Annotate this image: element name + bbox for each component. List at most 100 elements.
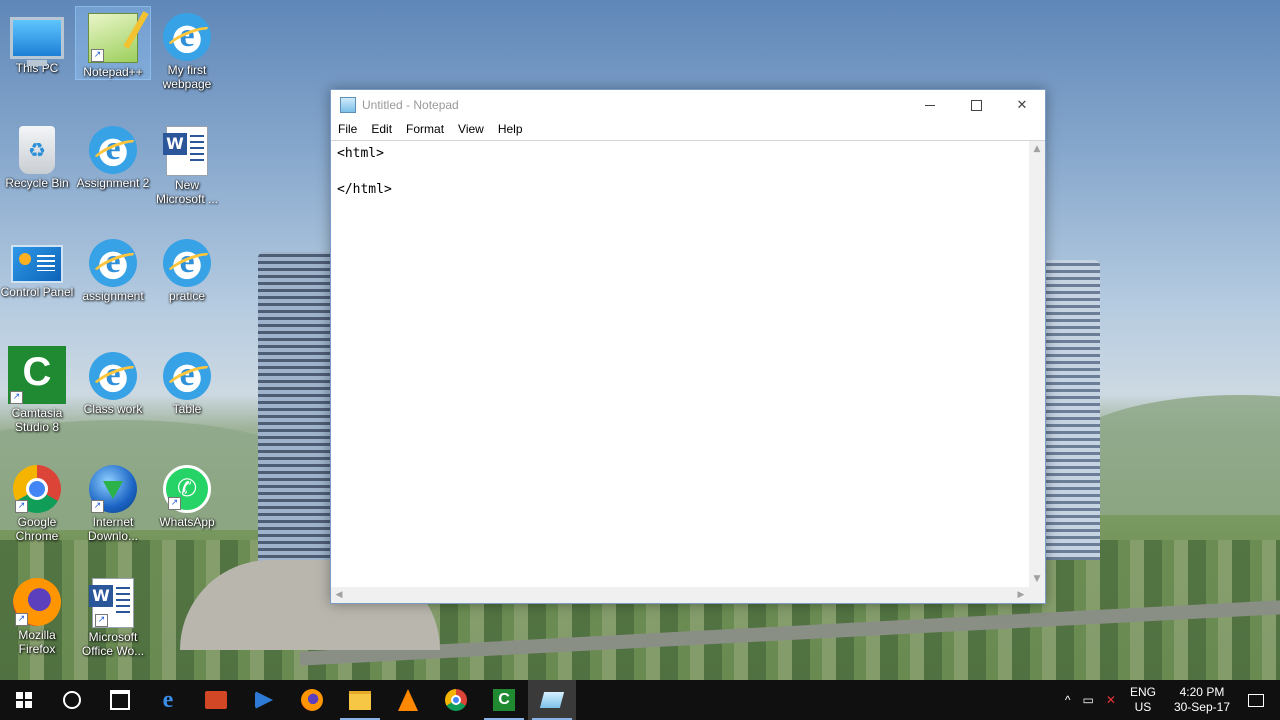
word-icon: W ↗ (89, 578, 134, 628)
taskbar-powerpoint[interactable] (192, 680, 240, 720)
internet-explorer-icon: e (163, 13, 211, 61)
taskbar-chrome[interactable] (432, 680, 480, 720)
whatsapp-icon: ↗ (163, 465, 211, 513)
network-disconnected-icon[interactable]: ✕ (1100, 693, 1122, 707)
taskbar-media-player[interactable] (240, 680, 288, 720)
language-indicator[interactable]: ENG US (1122, 685, 1164, 715)
shortcut-arrow-icon: ↗ (91, 500, 104, 513)
maximize-icon (970, 99, 982, 111)
battery-icon[interactable]: ▭ (1077, 693, 1100, 707)
desktop-icon-camtasia[interactable]: C ↗ Camtasia Studio 8 (0, 346, 74, 434)
notepad-titlebar[interactable]: Untitled - Notepad ✕ (331, 90, 1045, 120)
taskbar-file-explorer[interactable] (336, 680, 384, 720)
desktop-icon-label: Class work (83, 402, 143, 416)
window-title: Untitled - Notepad (362, 98, 459, 112)
control-panel-icon (11, 245, 63, 283)
clock[interactable]: 4:20 PM 30-Sep-17 (1164, 685, 1240, 715)
scroll-down-icon[interactable]: ▼ (1029, 571, 1045, 587)
taskbar-camtasia[interactable]: C (480, 680, 528, 720)
desktop-icon-label: Recycle Bin (5, 176, 69, 190)
desktop-icon-notepad-plus-plus[interactable]: ↗ Notepad++ (75, 6, 151, 80)
camtasia-icon: C ↗ (8, 346, 66, 404)
desktop-icon-my-first-webpage[interactable]: e My first webpage (150, 7, 224, 91)
desktop-icon-internet-download-manager[interactable]: ↗ Internet Downlo... (76, 459, 150, 543)
internet-explorer-icon: e (89, 352, 137, 400)
menu-bar: File Edit Format View Help (331, 120, 1045, 141)
internet-explorer-icon: e (163, 239, 211, 287)
size-grip[interactable] (1029, 587, 1045, 603)
desktop-icon-mozilla-firefox[interactable]: ↗ Mozilla Firefox (0, 572, 74, 656)
desktop-icon-label: New Microsoft ... (155, 178, 218, 206)
maximize-button[interactable] (953, 90, 999, 120)
notepad-icon (539, 692, 565, 708)
camtasia-icon: C (493, 689, 515, 711)
menu-format[interactable]: Format (399, 120, 451, 140)
scroll-up-icon[interactable]: ▲ (1029, 141, 1045, 157)
internet-explorer-icon: e (163, 352, 211, 400)
desktop-icon-this-pc[interactable]: This PC (0, 7, 74, 75)
text-editor-area[interactable]: <html> </html> (331, 141, 1029, 587)
vlc-icon (398, 689, 418, 711)
this-pc-icon (10, 17, 64, 66)
desktop-icon-microsoft-office-word[interactable]: W ↗ Microsoft Office Wo... (76, 572, 150, 658)
clock-date: 30-Sep-17 (1173, 700, 1230, 714)
menu-view[interactable]: View (451, 120, 491, 140)
desktop-icon-label: assignment (82, 289, 144, 303)
scroll-right-icon[interactable]: ▶ (1013, 587, 1029, 603)
desktop-icon-label: Mozilla Firefox (18, 628, 56, 656)
desktop-icon-google-chrome[interactable]: ↗ Google Chrome (0, 459, 74, 543)
desktop-icon-whatsapp[interactable]: ↗ WhatsApp (150, 459, 224, 529)
notepad-app-icon (340, 97, 356, 113)
menu-edit[interactable]: Edit (364, 120, 399, 140)
desktop-icon-assignment[interactable]: e assignment (76, 233, 150, 303)
taskbar-firefox[interactable] (288, 680, 336, 720)
cortana-button[interactable] (48, 680, 96, 720)
desktop-icon-class-work[interactable]: e Class work (76, 346, 150, 416)
shortcut-arrow-icon: ↗ (95, 614, 108, 627)
desktop-icon-label: My first webpage (162, 63, 212, 91)
region-code: US (1134, 700, 1152, 714)
taskbar-store[interactable] (96, 680, 144, 720)
menu-file[interactable]: File (331, 120, 364, 140)
show-hidden-icons-icon[interactable]: ^ (1059, 693, 1077, 707)
desktop-icon-label: Camtasia Studio 8 (11, 406, 63, 434)
taskbar-notepad[interactable] (528, 680, 576, 720)
desktop-icon-assignment-2[interactable]: e Assignment 2 (76, 120, 150, 190)
internet-download-manager-icon: ↗ (89, 465, 137, 513)
internet-explorer-icon: e (89, 126, 137, 174)
desktop-icon-control-panel[interactable]: Control Panel (0, 233, 74, 299)
close-button[interactable]: ✕ (999, 90, 1045, 120)
desktop-icon-new-microsoft-doc[interactable]: W New Microsoft ... (150, 120, 224, 206)
minimize-button[interactable] (907, 90, 953, 120)
desktop-icon-pratice[interactable]: e pratice (150, 233, 224, 303)
minimize-icon (925, 104, 935, 106)
language-code: ENG (1129, 685, 1156, 699)
desktop-icon-recycle-bin[interactable]: Recycle Bin (0, 120, 74, 190)
horizontal-scrollbar[interactable]: ◀ ▶ (331, 587, 1029, 603)
action-center-icon[interactable] (1248, 693, 1264, 707)
edge-icon: e (162, 686, 174, 713)
cortana-icon (63, 691, 81, 709)
desktop-icon-table[interactable]: e Table (150, 346, 224, 416)
close-icon: ✕ (1016, 97, 1028, 112)
taskbar-vlc[interactable] (384, 680, 432, 720)
start-button[interactable] (0, 680, 48, 720)
wallpaper-tower (258, 252, 333, 572)
media-player-icon (255, 691, 273, 709)
desktop-icon-label: WhatsApp (159, 515, 215, 529)
chrome-icon: ↗ (13, 465, 61, 513)
clock-time: 4:20 PM (1179, 685, 1225, 699)
vertical-scrollbar[interactable]: ▲ ▼ (1029, 141, 1045, 587)
taskbar-edge[interactable]: e (144, 680, 192, 720)
notepad-window[interactable]: Untitled - Notepad ✕ File Edit Format Vi… (330, 89, 1046, 604)
internet-explorer-icon: e (89, 239, 137, 287)
recycle-bin-icon (19, 126, 55, 174)
scroll-left-icon[interactable]: ◀ (331, 587, 347, 603)
desktop-icon-label: Control Panel (0, 285, 74, 299)
shortcut-arrow-icon: ↗ (10, 391, 23, 404)
shortcut-arrow-icon: ↗ (15, 613, 28, 626)
wallpaper-tower (1040, 260, 1100, 560)
desktop-icon-label: Google Chrome (15, 515, 59, 543)
menu-help[interactable]: Help (491, 120, 530, 140)
system-tray: ^ ▭ ✕ ENG US 4:20 PM 30-Sep-17 (1059, 685, 1280, 715)
